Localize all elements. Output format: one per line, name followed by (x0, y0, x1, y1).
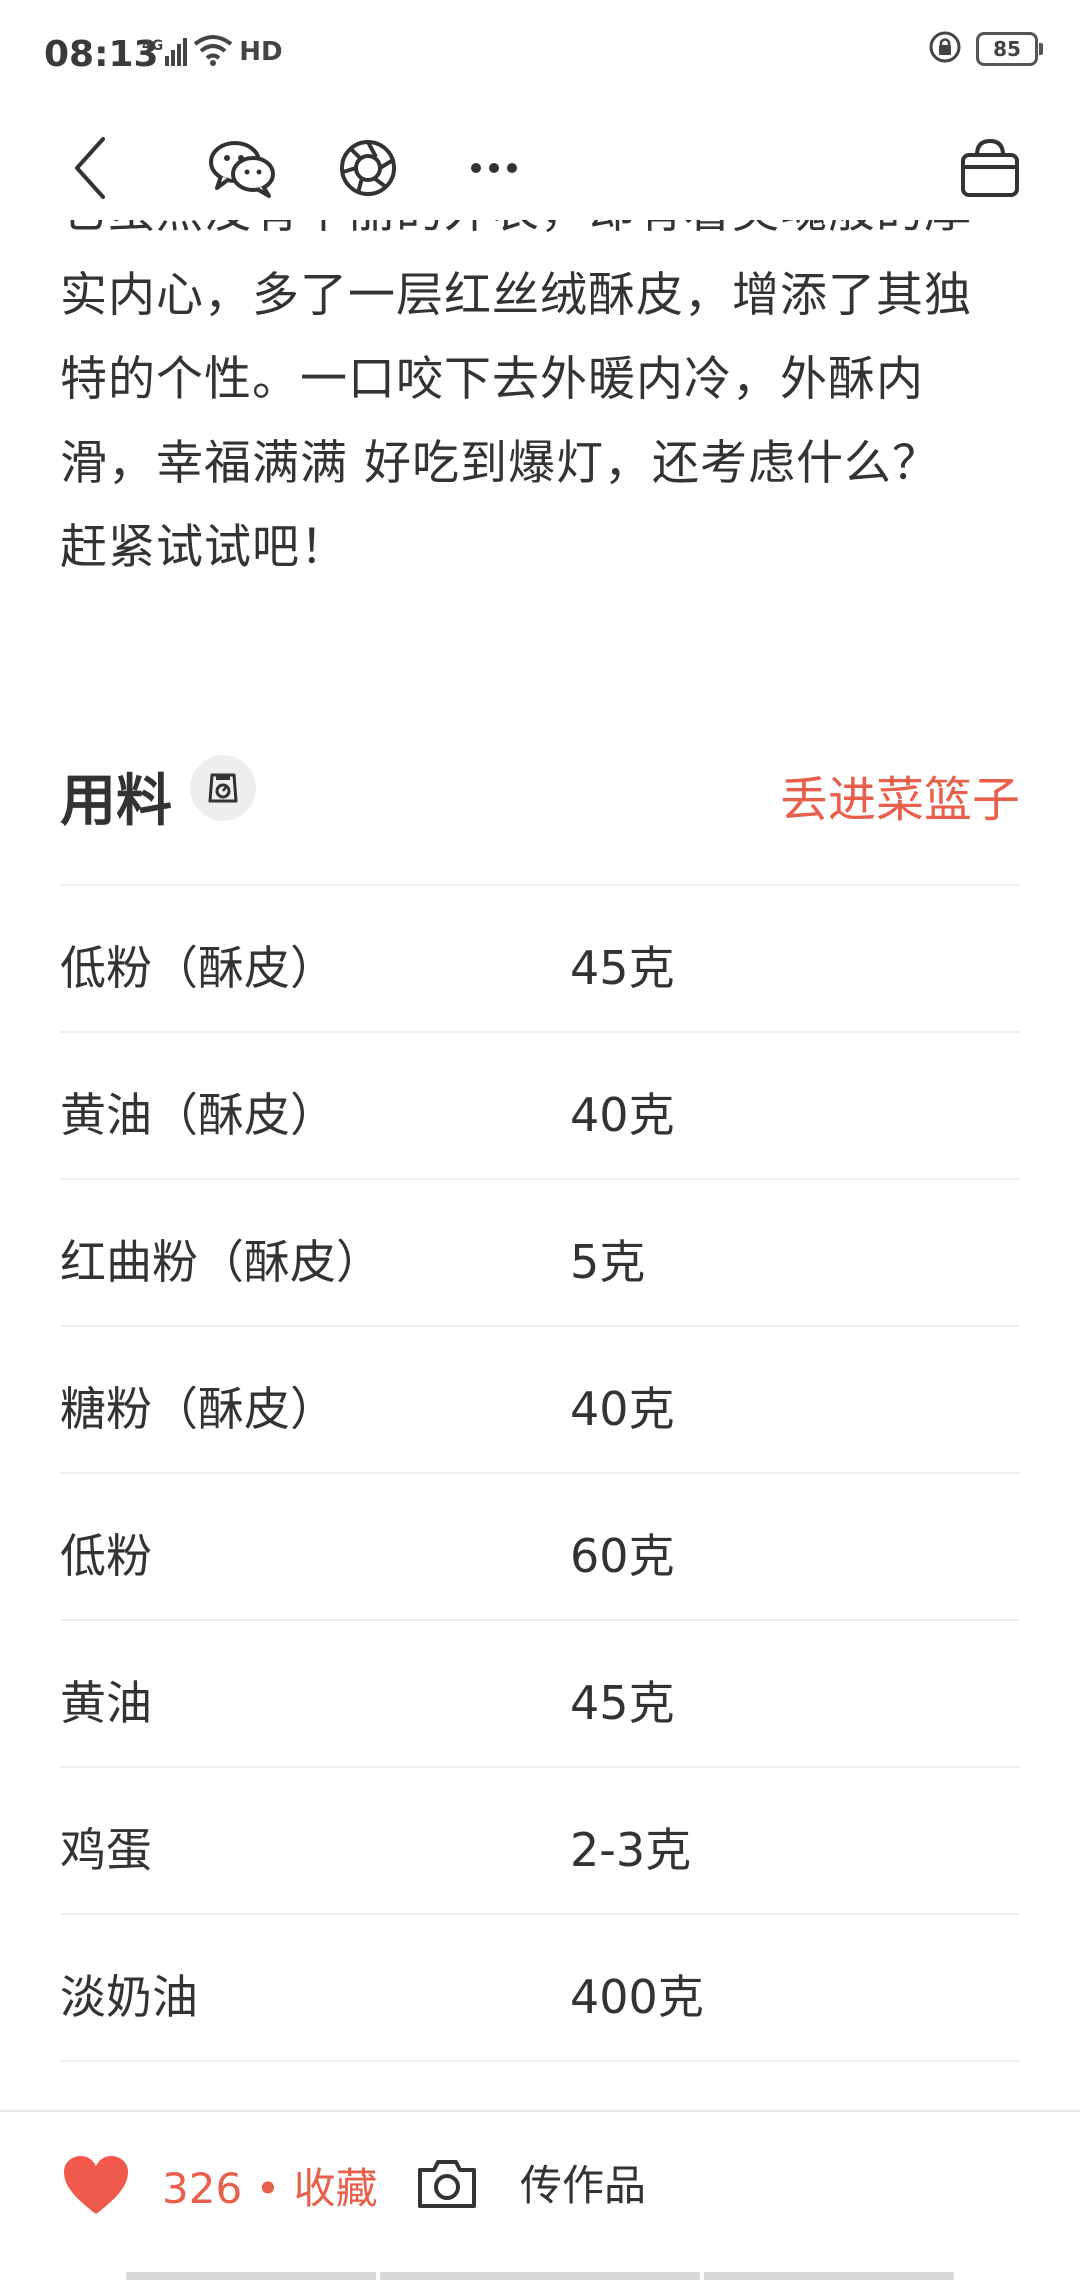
ingredient-amount: 45克 (570, 1676, 675, 1730)
ingredient-amount: 40克 (570, 1088, 675, 1142)
ingredient-row: 糖粉（酥皮） 40克 (60, 1325, 1020, 1472)
status-bar: 08:13 4G HD 85 (0, 0, 1080, 110)
battery-indicator: 85 (976, 32, 1043, 66)
recipe-description: 它虽然没有华丽的外表，却有着灵魂般的厚 实内心，多了一层红丝绒酥皮，增添了其独 … (0, 220, 1080, 640)
nav-gesture-bar (126, 2272, 376, 2280)
ingredient-amount: 45克 (570, 941, 675, 995)
ingredient-row: 鸡蛋 2-3克 (60, 1766, 1020, 1913)
ingredient-row: 低粉 60克 (60, 1472, 1020, 1619)
upload-work-label: 传作品 (520, 2161, 647, 2210)
ingredient-row: 红曲粉（酥皮） 5克 (60, 1178, 1020, 1325)
description-line: 特的个性。一口咬下去外暖内冷，外酥内 (60, 352, 924, 407)
ingredient-amount: 2-3克 (570, 1823, 692, 1877)
description-line: 实内心，多了一层红丝绒酥皮，增添了其独 (60, 268, 972, 323)
basket-icon (961, 138, 1019, 197)
share-wechat-button[interactable] (205, 130, 281, 206)
chevron-left-icon (75, 137, 105, 199)
kitchen-scale-button[interactable] (190, 755, 256, 821)
ingredient-row: 淡奶油 400克 (60, 1913, 1020, 2060)
more-horizontal-icon (471, 163, 517, 173)
ingredient-row: 黄油 45克 (60, 1619, 1020, 1766)
add-to-basket-link[interactable]: 丢进菜篮子 (780, 760, 1020, 830)
aperture-icon (340, 140, 396, 196)
bottom-action-bar: 326 • 收藏 传作品 (0, 2110, 1080, 2280)
heart-icon (64, 2156, 128, 2214)
ingredient-name: 红曲粉（酥皮） (60, 1235, 382, 1289)
hd-icon: HD (239, 37, 283, 67)
ingredient-amount: 400克 (570, 1970, 704, 2024)
signal-icon: 4G (142, 38, 188, 66)
top-nav-bar (0, 110, 1080, 220)
favorite-count: 326 • 收藏 (162, 2163, 378, 2213)
back-button[interactable] (52, 130, 128, 206)
ingredient-name: 低粉 (60, 1529, 152, 1583)
ingredients-list: 低粉（酥皮） 45克 黄油（酥皮） 40克 红曲粉（酥皮） 5克 糖粉（酥皮） … (60, 884, 1020, 2207)
favorite-button[interactable]: 326 • 收藏 (62, 2154, 378, 2216)
network-type: 4G (142, 38, 164, 54)
status-right: 85 (928, 30, 1043, 68)
ingredient-name: 黄油 (60, 1676, 152, 1730)
ingredient-row: 黄油（酥皮） 40克 (60, 1031, 1020, 1178)
recipe-page: 08:13 4G HD 85 实内心，多了一层红丝绒酥皮，增添了其独 特的个性。… (0, 0, 1080, 2280)
ingredient-name: 黄油（酥皮） (60, 1088, 336, 1142)
description-line: 赶紧试试吧！ (60, 520, 348, 575)
kitchen-scale-icon (208, 773, 238, 803)
ingredient-name: 淡奶油 (60, 1970, 198, 2024)
nav-gesture-bar (380, 2272, 700, 2280)
share-moments-button[interactable] (330, 130, 406, 206)
description-line: 滑，幸福满满 好吃到爆灯，还考虑什么？ (60, 436, 940, 491)
description-line: 它虽然没有华丽的外表，却有着灵魂般的厚 (60, 220, 1020, 254)
ingredient-name: 鸡蛋 (60, 1823, 152, 1877)
status-icons: 4G HD (142, 32, 283, 72)
more-options-button[interactable] (456, 130, 532, 206)
wechat-icon (209, 141, 275, 198)
ingredient-row: 低粉（酥皮） 45克 (60, 884, 1020, 1031)
basket-button[interactable] (952, 130, 1028, 206)
wifi-icon (193, 34, 233, 70)
nav-gesture-bar (704, 2272, 954, 2280)
upload-work-button[interactable]: 传作品 (416, 2152, 646, 2213)
ingredients-title: 用料 (60, 769, 172, 834)
ingredient-name: 糖粉（酥皮） (60, 1382, 336, 1436)
ingredient-amount: 5克 (570, 1235, 646, 1289)
ingredient-amount: 60克 (570, 1529, 675, 1583)
ingredient-amount: 40克 (570, 1382, 675, 1436)
camera-icon (418, 2159, 476, 2208)
ingredients-header: 用料 丢进菜篮子 (60, 752, 1020, 834)
rotation-lock-icon (928, 30, 962, 68)
ingredient-name: 低粉（酥皮） (60, 941, 336, 995)
